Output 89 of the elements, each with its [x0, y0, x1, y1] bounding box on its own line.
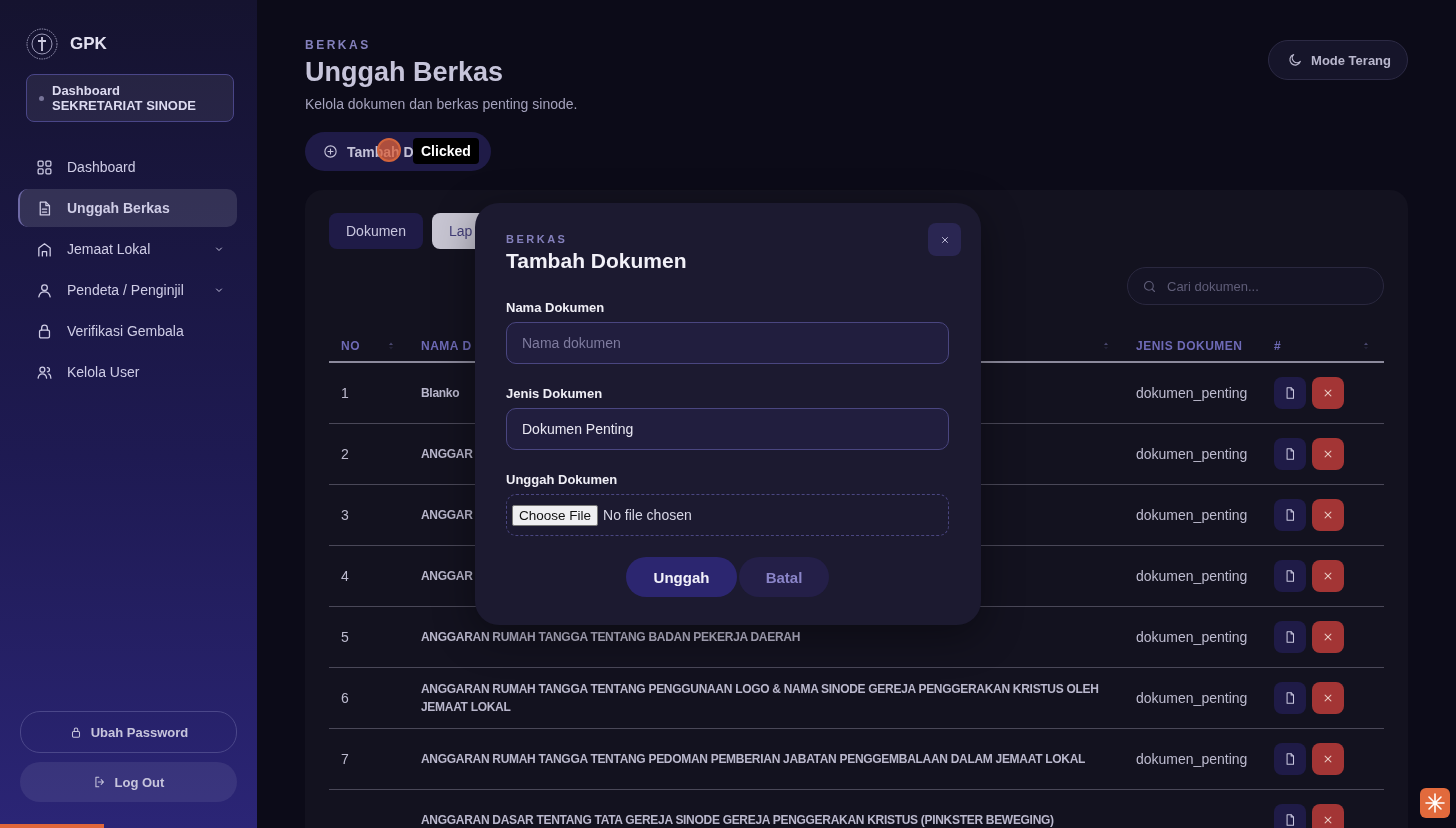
person-icon — [36, 281, 53, 299]
document-icon — [1283, 507, 1297, 522]
role-name: SEKRETARIAT SINODE — [52, 98, 196, 113]
table-cell: ANGGAR — [421, 568, 473, 583]
document-icon — [1283, 446, 1297, 461]
table-cell: ANGGARAN RUMAH TANGGA TENTANG PENGGUNAAN LOGO & NAMA SINODE GEREJA PENGGERAKAN KRISTUS OLEH JEMAAT LOKAL — [421, 681, 1099, 714]
table-cell: dokumen_penting — [1136, 445, 1248, 462]
moon-icon — [1287, 52, 1304, 68]
document-icon — [1283, 568, 1297, 583]
lock-icon — [36, 322, 53, 340]
table-cell: dokumen_penting — [1136, 628, 1248, 645]
delete-button[interactable] — [1312, 620, 1344, 653]
column-header: NO — [341, 338, 360, 353]
table-cell: ANGGARAN RUMAH TANGGA TENTANG PEDOMAN PEMBERIAN JABATAN PENGGEMBALAAN DALAM JEMAAT LOKAL — [421, 751, 1086, 766]
delete-button[interactable] — [1312, 376, 1344, 409]
choose-file-button[interactable]: Choose File — [512, 504, 599, 526]
input-field[interactable]: Nama dokumen — [506, 322, 949, 364]
theme-toggle-button[interactable]: Mode Terang — [1268, 40, 1408, 80]
file-status: No file chosen — [603, 507, 692, 523]
column-header: JENIS DOKUMEN — [1136, 338, 1243, 353]
document-icon — [1283, 629, 1297, 644]
delete-button[interactable] — [1312, 681, 1344, 714]
table-cell: ANGGAR — [421, 446, 473, 461]
table-cell: Blanko — [421, 385, 460, 400]
cancel-button[interactable]: Batal — [739, 557, 829, 597]
upload-button[interactable]: Unggah — [626, 557, 737, 597]
field-label: Jenis Dokumen — [506, 386, 604, 401]
table-cell: ANGGARAN RUMAH TANGGA TENTANG BADAN PEKERJA DAERAH — [421, 629, 800, 644]
table-cell: dokumen_penting — [1136, 506, 1248, 523]
section-label: BERKAS — [305, 38, 372, 52]
field-label: Unggah Dokumen — [506, 472, 619, 487]
view-button[interactable] — [1274, 437, 1306, 470]
status-dot — [39, 95, 44, 101]
table-cell: dokumen_penting — [1136, 384, 1248, 401]
view-button[interactable] — [1274, 620, 1306, 653]
house-icon — [36, 240, 53, 258]
sidebar-item[interactable]: Verifikasi Gembala — [18, 312, 237, 350]
table-cell: 2 — [341, 445, 349, 462]
table-cell: 4 — [341, 567, 349, 584]
table-cell: ANGGAR — [421, 507, 473, 522]
delete-button[interactable] — [1312, 803, 1344, 828]
view-button[interactable] — [1274, 742, 1306, 775]
table-cell: ANGGARAN DASAR TENTANG TATA GEREJA SINODE GEREJA PENGGERAKAN KRISTUS (PINKSTER BEWEGING) — [421, 812, 1054, 827]
table-cell: dokumen_penting — [1136, 750, 1248, 767]
sidebar-item[interactable]: Dashboard — [18, 148, 237, 186]
logo-icon — [26, 28, 58, 60]
tooltip: Clicked — [413, 138, 479, 164]
table-cell: 3 — [341, 506, 349, 523]
delete-button[interactable] — [1312, 742, 1344, 775]
sidebar-item[interactable]: Kelola User — [18, 353, 237, 391]
plus-circle-icon — [323, 144, 338, 159]
view-button[interactable] — [1274, 559, 1306, 592]
role-label: Dashboard — [52, 83, 121, 98]
grid-icon — [36, 158, 53, 176]
search-icon — [1142, 278, 1157, 294]
table-cell: 7 — [341, 750, 349, 767]
column-header: NAMA D — [421, 338, 472, 353]
tab[interactable]: Dokumen — [329, 213, 423, 249]
sidebar-item[interactable]: Unggah Berkas — [18, 189, 237, 227]
view-button[interactable] — [1274, 681, 1306, 714]
document-icon — [1283, 385, 1297, 400]
brand-name: GPK — [70, 34, 107, 54]
document-icon — [1283, 751, 1297, 766]
column-header: # — [1274, 338, 1282, 353]
assistant-button[interactable] — [1420, 788, 1450, 818]
delete-button[interactable] — [1312, 559, 1344, 592]
table-cell: 1 — [341, 384, 349, 401]
select-field[interactable]: Dokumen Penting — [506, 408, 949, 450]
delete-button[interactable] — [1312, 437, 1344, 470]
view-button[interactable] — [1274, 376, 1306, 409]
document-icon — [1283, 812, 1297, 827]
view-button[interactable] — [1274, 498, 1306, 531]
document-icon — [1283, 690, 1297, 705]
table-cell: dokumen_penting — [1136, 689, 1248, 706]
field-label: Nama Dokumen — [506, 300, 606, 315]
view-button[interactable] — [1274, 803, 1306, 828]
dialog-title: Tambah Dokumen — [506, 249, 688, 273]
table-cell: 5 — [341, 628, 349, 645]
logout-button[interactable]: Log Out — [20, 762, 237, 802]
logout-icon — [92, 775, 107, 789]
delete-button[interactable] — [1312, 498, 1344, 531]
dialog-label: BERKAS — [506, 233, 568, 245]
sidebar-item[interactable]: Jemaat Lokal — [18, 230, 237, 268]
table-cell: dokumen_penting — [1136, 567, 1248, 584]
table-cell: 6 — [341, 689, 349, 706]
sidebar-item[interactable]: Pendeta / Penginjil — [18, 271, 237, 309]
page-title: Unggah Berkas — [305, 57, 505, 88]
change-password-button[interactable]: Ubah Password — [20, 711, 237, 753]
page-subtitle: Kelola dokumen dan berkas penting sinode. — [305, 96, 578, 112]
